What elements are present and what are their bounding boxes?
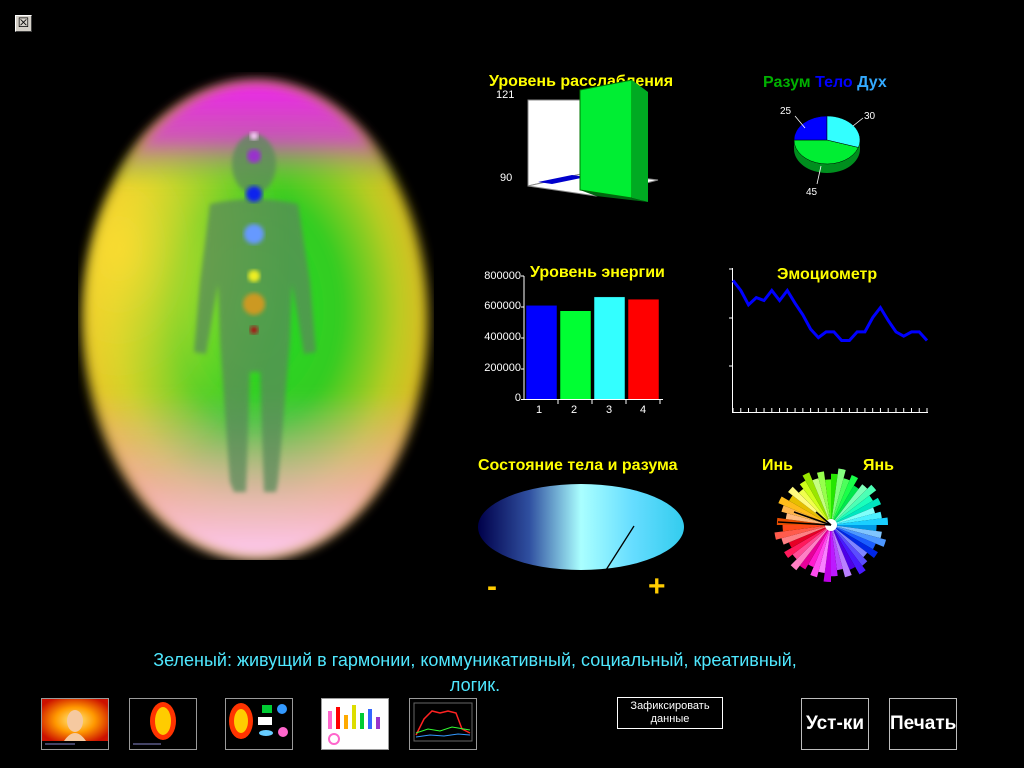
relax-ymax-label: 121 — [496, 89, 515, 101]
relax-chart — [527, 79, 659, 202]
color-description: Зеленый: живущий в гармонии, коммуникати… — [80, 648, 870, 698]
body-mind-title: Состояние тела и разума — [478, 457, 678, 474]
description-line-2: логик. — [449, 675, 501, 695]
pie-leader-line-2 — [852, 117, 864, 127]
thumbnail-chakra-bars[interactable] — [321, 698, 389, 750]
energy-xtick-2: 2 — [571, 404, 578, 416]
energy-xtick-3: 3 — [606, 404, 613, 416]
legend-body: Тело — [815, 74, 853, 91]
thumbnail-photo-aura[interactable] — [41, 698, 109, 750]
energy-ytick-400000: 400000 — [484, 331, 521, 343]
body-mind-gauge — [478, 484, 684, 571]
description-line-1: Зеленый: живущий в гармонии, коммуникати… — [153, 650, 797, 670]
pie-label-30: 30 — [864, 111, 876, 122]
energy-xtick-1: 1 — [536, 404, 543, 416]
relax-ymin-label: 90 — [500, 172, 513, 184]
energy-xtick-4: 4 — [640, 404, 647, 416]
gauge-plus-label: + — [648, 570, 666, 603]
fix-data-button[interactable]: Зафиксировать данные — [617, 697, 723, 729]
emotiometer-series — [731, 279, 929, 342]
energy-bar-3 — [593, 296, 626, 400]
close-button[interactable]: ☒ — [15, 15, 32, 32]
energy-bar-4 — [627, 298, 660, 400]
thumbnail-aura[interactable] — [129, 698, 197, 750]
energy-ytick-800000: 800000 — [484, 270, 521, 282]
pie-label-45: 45 — [806, 187, 818, 198]
legend-mind: Разум — [763, 74, 811, 91]
emotiometer-chart — [729, 268, 929, 413]
pie-slice-Тело — [793, 115, 828, 141]
gauge-minus-label: - — [487, 570, 497, 603]
energy-ytick-0: 0 — [514, 392, 521, 404]
fix-data-label-1: Зафиксировать — [630, 700, 710, 712]
aura-image — [84, 82, 428, 558]
legend-spirit: Дух — [857, 74, 887, 91]
thumbnail-dashboard[interactable] — [225, 698, 293, 750]
thumbnail-line-graph[interactable] — [409, 698, 477, 750]
yin-yang-wheel — [774, 468, 888, 582]
energy-ytick-200000: 200000 — [484, 362, 521, 374]
energy-bar-1 — [525, 305, 558, 400]
fix-data-label-2: данные — [650, 713, 690, 725]
relax-bar-2 — [579, 79, 633, 199]
energy-ytick-600000: 600000 — [484, 300, 521, 312]
mind-body-spirit-legend: Разум Тело Дух — [763, 74, 887, 92]
energy-chart — [521, 275, 663, 404]
energy-bar-2 — [559, 310, 592, 400]
pie-label-25: 25 — [780, 106, 792, 117]
print-button[interactable]: Печать — [889, 698, 957, 750]
settings-button[interactable]: Уст-ки — [801, 698, 869, 750]
